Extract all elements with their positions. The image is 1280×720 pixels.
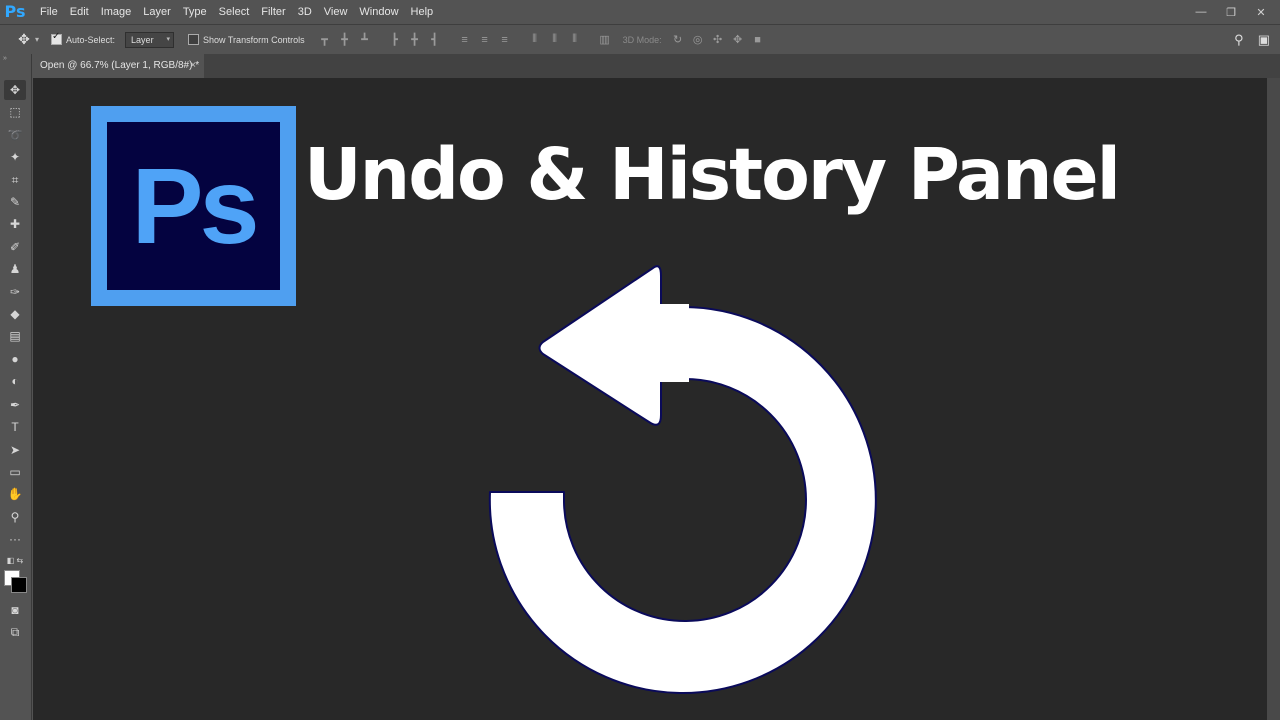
align-top-icon[interactable]: ┳ — [315, 32, 335, 48]
type-tool-icon[interactable]: T — [4, 417, 26, 437]
rectangle-tool-icon[interactable]: ▭ — [4, 462, 26, 482]
menu-select[interactable]: Select — [213, 0, 256, 24]
eyedropper-tool-icon[interactable]: ✎ — [4, 192, 26, 212]
menu-edit[interactable]: Edit — [64, 0, 95, 24]
close-button[interactable]: ✕ — [1254, 6, 1268, 19]
auto-select-target-value: Layer — [131, 34, 154, 45]
menu-layer[interactable]: Layer — [137, 0, 177, 24]
align-bottom-icon[interactable]: ┻ — [355, 32, 375, 48]
menu-window[interactable]: Window — [353, 0, 404, 24]
photoshop-logo-icon: Ps — [4, 2, 26, 21]
3d-rotate-icon[interactable]: ↻ — [668, 32, 688, 48]
vertical-scrollbar[interactable] — [1267, 78, 1280, 720]
menu-filter[interactable]: Filter — [255, 0, 291, 24]
collapse-panel-icon[interactable]: » — [0, 54, 31, 64]
auto-select-checkbox[interactable]: ✓ — [51, 31, 63, 45]
hand-tool-icon[interactable]: ✋ — [4, 484, 26, 504]
background-color-swatch[interactable] — [11, 577, 27, 593]
undo-arrow-icon — [488, 265, 877, 694]
checkmark-icon: ✓ — [52, 31, 61, 42]
menu-bar: Ps File Edit Image Layer Type Select Fil… — [0, 0, 1280, 24]
restore-button[interactable]: ❐ — [1224, 6, 1238, 19]
minimize-button[interactable]: — — [1194, 6, 1208, 18]
crop-tool-icon[interactable]: ⌗ — [4, 170, 26, 190]
workspace-icon[interactable]: ▣ — [1258, 32, 1270, 48]
more-tools-icon[interactable]: ··· — [4, 529, 26, 549]
eraser-tool-icon[interactable]: ◆ — [4, 304, 26, 324]
show-transform-label: Show Transform Controls — [203, 34, 305, 45]
document-tab-title: Open @ 66.7% (Layer 1, RGB/8#) * — [40, 60, 200, 71]
distribute-bottom-icon[interactable]: ≡ — [495, 32, 515, 48]
align-right-icon[interactable]: ┫ — [425, 32, 445, 48]
document-tab-bar: Open @ 66.7% (Layer 1, RGB/8#) * × — [32, 54, 1280, 78]
move-tool-icon[interactable]: ✥ — [4, 80, 26, 100]
pen-tool-icon[interactable]: ✒ — [4, 395, 26, 415]
3d-pan-icon[interactable]: ✣ — [708, 32, 728, 48]
menu-type[interactable]: Type — [177, 0, 213, 24]
menu-image[interactable]: Image — [95, 0, 138, 24]
distribute-horizontal-center-icon[interactable]: ⫴ — [545, 32, 565, 48]
tools-panel: » ✥ ⬚ ➰ ✦ ⌗ ✎ ✚ ✐ ♟ ✑ ◆ ▤ ● ◐ ✒ T ➤ ▭ ✋ … — [0, 54, 32, 720]
distribute-vertical-center-icon[interactable]: ≡ — [475, 32, 495, 48]
menu-view[interactable]: View — [318, 0, 354, 24]
align-distribute-group: ┳ ╋ ┻ ┣ ╋ ┫ ≡ ≡ ≡ ⫴ ⫴ ⫴ ▥ — [315, 32, 615, 48]
history-brush-tool-icon[interactable]: ✑ — [4, 282, 26, 302]
options-bar: ✥ ▾ ✓ Auto-Select: Layer ▾ Show Transfor… — [0, 24, 1280, 55]
blur-tool-icon[interactable]: ● — [4, 349, 26, 369]
3d-scale-icon[interactable]: ■ — [748, 32, 768, 48]
3d-roll-icon[interactable]: ◎ — [688, 32, 708, 48]
screen-mode-icon[interactable]: ⧉ — [4, 622, 26, 642]
menu-help[interactable]: Help — [405, 0, 440, 24]
brush-tool-icon[interactable]: ✐ — [4, 237, 26, 257]
quick-mask-icon[interactable]: ◙ — [4, 600, 26, 620]
clone-stamp-tool-icon[interactable]: ♟ — [4, 259, 26, 279]
path-selection-tool-icon[interactable]: ➤ — [4, 440, 26, 460]
menu-file[interactable]: File — [34, 0, 64, 24]
healing-brush-tool-icon[interactable]: ✚ — [4, 214, 26, 234]
lasso-tool-icon[interactable]: ➰ — [4, 125, 26, 145]
align-vertical-center-icon[interactable]: ╋ — [335, 32, 355, 48]
close-tab-icon[interactable]: × — [190, 54, 196, 78]
align-left-icon[interactable]: ┣ — [385, 32, 405, 48]
show-transform-checkbox[interactable] — [188, 34, 200, 45]
auto-select-target-dropdown[interactable]: Layer ▾ — [125, 31, 175, 48]
move-tool-preset-icon[interactable]: ✥ — [16, 31, 32, 48]
menu-3d[interactable]: 3D — [292, 0, 318, 24]
chevron-down-icon: ▾ — [166, 35, 171, 43]
document-tab[interactable]: Open @ 66.7% (Layer 1, RGB/8#) * × — [32, 54, 204, 78]
auto-select-label: Auto-Select: — [66, 34, 116, 45]
3d-slide-icon[interactable]: ✥ — [728, 32, 748, 48]
options-right: ⚲ ▣ — [1234, 25, 1270, 54]
3d-mode-group: ↻ ◎ ✣ ✥ ■ — [668, 32, 768, 48]
distribute-right-icon[interactable]: ⫴ — [565, 32, 585, 48]
distribute-top-icon[interactable]: ≡ — [455, 32, 475, 48]
3d-mode-label: 3D Mode: — [622, 34, 662, 45]
search-icon[interactable]: ⚲ — [1234, 32, 1244, 48]
swap-colors-icon[interactable]: ◧ ⇆ — [4, 551, 26, 571]
marquee-tool-icon[interactable]: ⬚ — [4, 102, 26, 122]
align-horizontal-center-icon[interactable]: ╋ — [405, 32, 425, 48]
zoom-tool-icon[interactable]: ⚲ — [4, 507, 26, 527]
dodge-tool-icon[interactable]: ◐ — [4, 371, 26, 391]
window-controls: — ❐ ✕ — [1194, 0, 1268, 24]
document-canvas[interactable]: Ps Undo & History Panel — [33, 78, 1267, 720]
distribute-left-icon[interactable]: ⫴ — [525, 32, 545, 48]
magic-wand-tool-icon[interactable]: ✦ — [4, 147, 26, 167]
auto-align-icon[interactable]: ▥ — [595, 32, 615, 48]
chevron-down-icon[interactable]: ▾ — [35, 35, 39, 44]
gradient-tool-icon[interactable]: ▤ — [4, 326, 26, 346]
